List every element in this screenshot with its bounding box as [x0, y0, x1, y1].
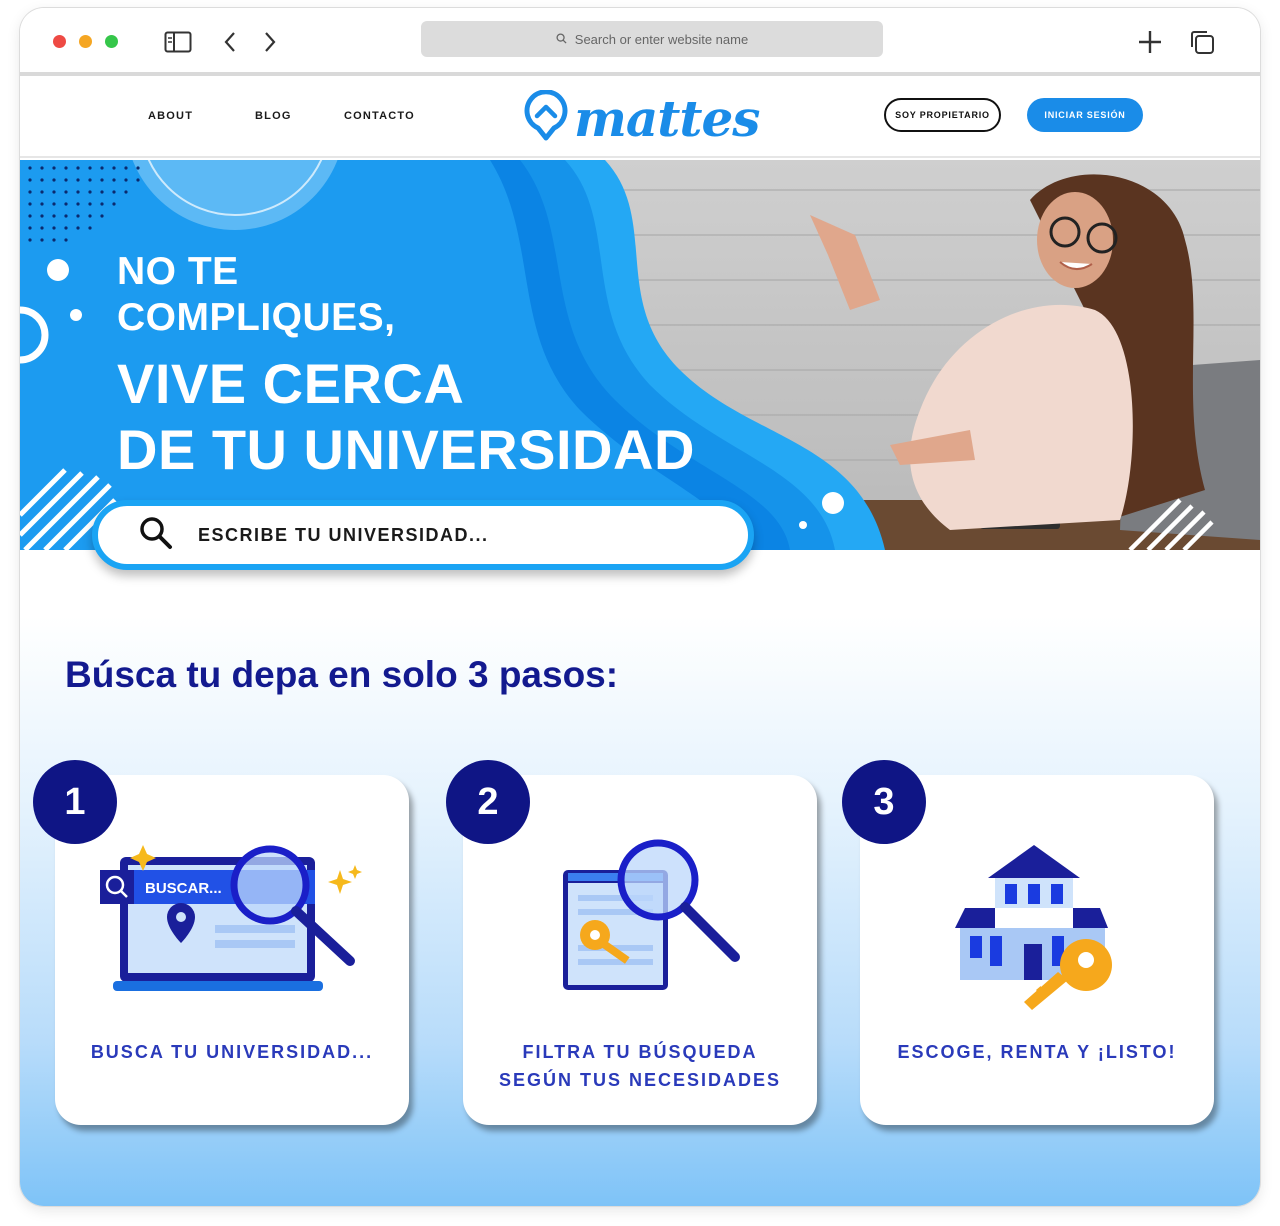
step-2-caption-line-2: SEGÚN TUS NECESIDADES — [498, 1070, 782, 1090]
browser-window: Search or enter website name ABOUT BLOG … — [20, 8, 1260, 1206]
address-placeholder: Search or enter website name — [574, 31, 749, 47]
hero-heading-line-4: DE TU UNIVERSIDAD — [117, 418, 695, 481]
university-search-input[interactable]: ESCRIBE TU UNIVERSIDAD... — [198, 525, 489, 546]
mattes-logo[interactable]: mattes — [524, 88, 760, 148]
step-2-badge: 2 — [446, 760, 530, 844]
step-3-caption: ESCOGE, RENTA Y ¡LISTO! — [897, 1042, 1177, 1062]
minimize-window-button[interactable] — [79, 35, 92, 48]
tabs-overview-icon[interactable] — [1186, 26, 1218, 58]
hero-heading-line-1: NO TE — [117, 250, 239, 293]
close-window-button[interactable] — [53, 35, 66, 48]
nav-about-link[interactable]: ABOUT — [148, 110, 193, 122]
search-icon — [138, 515, 174, 556]
forward-arrow-icon[interactable] — [254, 26, 286, 58]
iniciar-sesion-button[interactable]: INICIAR SESIÓN — [1027, 98, 1143, 132]
step-2-caption-line-1: FILTRA TU BÚSQUEDA — [522, 1042, 758, 1062]
step-1-badge: 1 — [33, 760, 117, 844]
illustration-buscar-label: BUSCAR... — [145, 880, 222, 897]
back-arrow-icon[interactable] — [214, 26, 246, 58]
logo-wordmark: mattes — [574, 88, 760, 148]
steps-title: Búsca tu depa en solo 3 pasos: — [65, 654, 619, 695]
hero-banner: NO TE COMPLIQUES, VIVE CERCA DE TU UNIVE… — [20, 160, 1260, 550]
address-bar[interactable]: Search or enter website name — [421, 21, 883, 57]
hero-heading-line-3: VIVE CERCA — [117, 352, 465, 415]
soy-propietario-button[interactable]: SOY PROPIETARIO — [884, 98, 1001, 132]
browser-toolbar: Search or enter website name — [20, 8, 1260, 76]
steps-section: Búsca tu depa en solo 3 pasos: BUSCAR... — [20, 550, 1260, 1206]
maximize-window-button[interactable] — [105, 35, 118, 48]
new-tab-plus-icon[interactable] — [1134, 26, 1166, 58]
hero-heading-line-2: COMPLIQUES, — [117, 296, 396, 339]
university-search-bar[interactable]: ESCRIBE TU UNIVERSIDAD... — [92, 500, 754, 570]
nav-blog-link[interactable]: BLOG — [255, 110, 292, 122]
step-1-caption: BUSCA TU UNIVERSIDAD... — [90, 1042, 374, 1062]
search-icon — [556, 32, 567, 47]
laptop-search-illustration: BUSCAR... — [100, 845, 362, 991]
step-3-badge: 3 — [842, 760, 926, 844]
house-key-illustration — [955, 845, 1112, 1010]
nav-contacto-link[interactable]: CONTACTO — [344, 110, 415, 122]
site-header: ABOUT BLOG CONTACTO mattes SOY PROPIETAR… — [20, 80, 1260, 158]
location-pin-icon — [524, 89, 568, 147]
sidebar-toggle-icon[interactable] — [162, 26, 194, 58]
filter-search-illustration — [563, 839, 740, 990]
